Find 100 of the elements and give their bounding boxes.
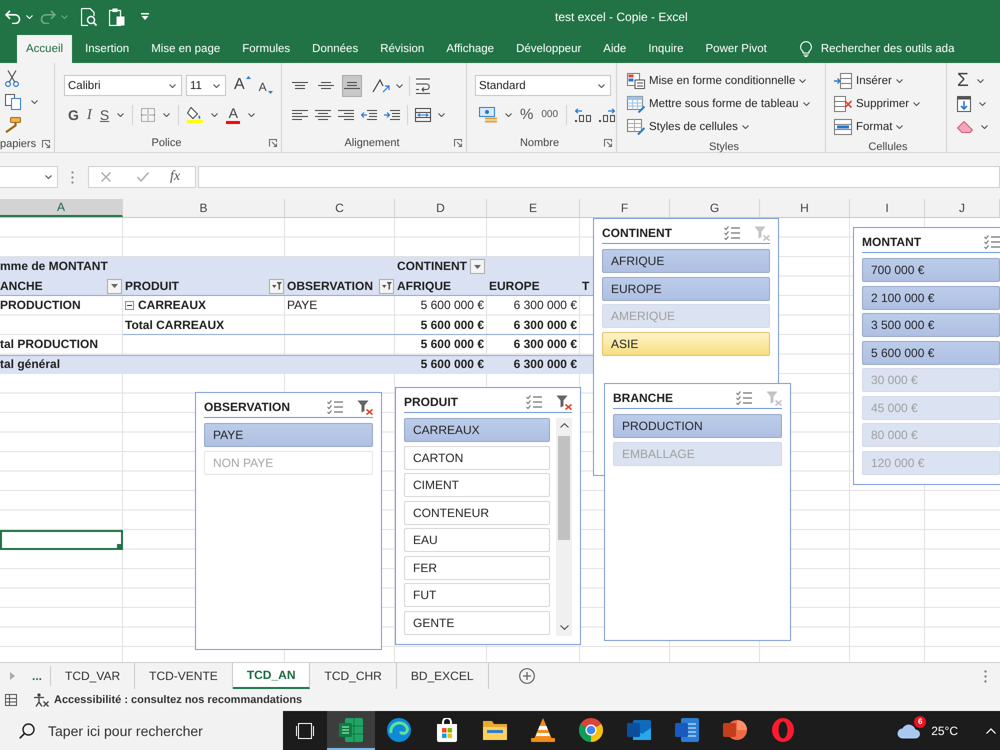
slicer-item[interactable]: PAYE [204, 423, 373, 447]
column-header[interactable]: E [487, 199, 580, 217]
decrease-indent-icon[interactable] [361, 110, 377, 120]
ribbon-tab[interactable]: Développeur [507, 35, 590, 63]
currency-format-icon[interactable] [479, 107, 497, 123]
caret-icon[interactable] [799, 79, 806, 83]
multi-select-icon[interactable] [736, 391, 752, 405]
caret-icon[interactable] [598, 84, 605, 88]
slicer-item[interactable]: 2 100 000 € [862, 286, 1000, 310]
dialog-launcher-icon[interactable] [454, 139, 462, 147]
column-header[interactable]: F [580, 199, 670, 217]
caret-icon[interactable] [117, 113, 124, 117]
cell-styles-button[interactable]: Styles de cellules [627, 116, 825, 138]
conditional-formatting-button[interactable]: Mise en forme conditionnelle [627, 70, 825, 92]
multi-select-icon[interactable] [984, 235, 1000, 249]
ribbon-tab[interactable]: Aide [594, 35, 636, 63]
caret-icon[interactable] [396, 84, 403, 88]
percent-button[interactable]: % [520, 106, 534, 124]
scissors-icon[interactable] [5, 70, 19, 87]
clear-filter-icon[interactable] [556, 394, 572, 410]
align-bottom-button[interactable] [342, 74, 362, 96]
accessibility-status[interactable]: Accessibilité : consultez nos recommandations [54, 694, 302, 706]
autosum-button[interactable]: Σ [957, 71, 969, 91]
multi-select-icon[interactable] [327, 400, 343, 414]
taskbar-search-box[interactable]: Taper ici pour rechercher [0, 711, 283, 750]
accessibility-icon[interactable] [33, 693, 49, 707]
multi-select-icon[interactable] [724, 226, 740, 240]
align-left-icon[interactable] [292, 110, 308, 120]
caret-icon[interactable] [45, 175, 52, 179]
slicer-item[interactable]: FER [404, 556, 550, 580]
brush-icon[interactable] [5, 116, 21, 132]
delete-button[interactable]: Supprimer [834, 93, 946, 115]
ribbon-tab[interactable]: Insertion [76, 35, 138, 63]
dialog-launcher-icon[interactable] [604, 139, 612, 147]
caret-icon[interactable] [248, 113, 256, 117]
ribbon-tab[interactable]: Révision [371, 35, 434, 63]
slicer-item[interactable]: 3 500 000 € [862, 313, 1000, 337]
caret-icon[interactable] [802, 102, 810, 106]
slicer-item[interactable]: FUT [404, 583, 550, 607]
insert-function-button[interactable]: fx [170, 169, 180, 185]
scroll-down-icon[interactable] [560, 625, 568, 630]
caret-icon[interactable] [163, 113, 170, 117]
borders-icon[interactable] [141, 108, 156, 122]
caret-icon[interactable] [438, 113, 445, 117]
caret-icon[interactable] [742, 125, 749, 129]
column-header[interactable]: C [285, 199, 395, 217]
format-as-table-button[interactable]: Mettre sous forme de tableau [627, 93, 825, 115]
caret-icon[interactable] [211, 113, 218, 117]
eraser-icon[interactable] [957, 121, 973, 133]
caret-icon[interactable] [505, 113, 512, 117]
increase-indent-icon[interactable] [384, 110, 400, 120]
dropdown-button[interactable] [107, 278, 122, 294]
filter-button[interactable] [269, 278, 284, 294]
column-header[interactable]: A [0, 199, 123, 217]
caret-icon[interactable] [913, 102, 920, 106]
filter-button[interactable] [379, 278, 394, 294]
increase-decimal-icon[interactable] [575, 108, 592, 122]
column-header[interactable]: B [123, 199, 285, 217]
slicer-item[interactable]: AFRIQUE [602, 249, 770, 273]
font-name-field[interactable]: Calibri [64, 75, 182, 96]
chevron-up-icon[interactable] [986, 728, 996, 734]
align-center-icon[interactable] [315, 110, 331, 120]
slicer-item[interactable]: CARTON [404, 446, 550, 470]
sheet-tab[interactable]: TCD_AN [232, 663, 310, 689]
slicer-item[interactable]: EUROPE [602, 276, 770, 300]
slicer-item[interactable]: ASIE [602, 332, 770, 356]
paint-bucket-icon[interactable] [187, 107, 204, 123]
caret-icon[interactable] [976, 79, 984, 83]
column-header[interactable]: I [850, 199, 925, 217]
dialog-launcher-icon[interactable] [42, 140, 50, 148]
column-header[interactable]: D [395, 199, 487, 217]
font-color-button[interactable]: A [226, 106, 240, 124]
formula-input[interactable] [198, 166, 1000, 188]
caret-icon[interactable] [981, 125, 988, 129]
cell-selection[interactable] [0, 530, 123, 550]
customize-menu-icon[interactable] [141, 13, 149, 20]
slicer-item[interactable]: 700 000 € [862, 258, 1000, 282]
ribbon-tab[interactable]: Accueil [17, 35, 72, 63]
caret-icon[interactable] [31, 100, 38, 104]
slicer-item[interactable]: CARREAUX [404, 418, 550, 442]
ribbon-tab[interactable]: Power Pivot [696, 35, 776, 63]
copy-icon[interactable] [5, 94, 21, 110]
scroll-thumb[interactable] [558, 436, 570, 540]
shrink-font-button[interactable]: A [258, 78, 273, 94]
thousands-button[interactable]: 000 [541, 106, 558, 124]
caret-icon[interactable] [979, 102, 986, 106]
text-angle-icon[interactable] [372, 78, 390, 92]
format-button[interactable]: Format [834, 116, 946, 138]
collapse-icon[interactable] [125, 301, 134, 310]
temperature-label[interactable]: 25°C [931, 724, 958, 738]
bold-button[interactable]: G [68, 106, 79, 124]
scrollbar[interactable] [556, 418, 572, 636]
page-magnifier-icon[interactable] [81, 8, 97, 26]
more-sheets-button[interactable]: ... [32, 666, 52, 686]
decrease-decimal-icon[interactable] [599, 108, 616, 122]
grow-font-button[interactable]: A [234, 76, 251, 96]
task-view-icon[interactable] [296, 722, 314, 738]
ribbon-tab[interactable]: Formules [233, 35, 300, 63]
caret-icon[interactable] [896, 79, 903, 83]
slicer-item[interactable]: EAU [404, 528, 550, 552]
